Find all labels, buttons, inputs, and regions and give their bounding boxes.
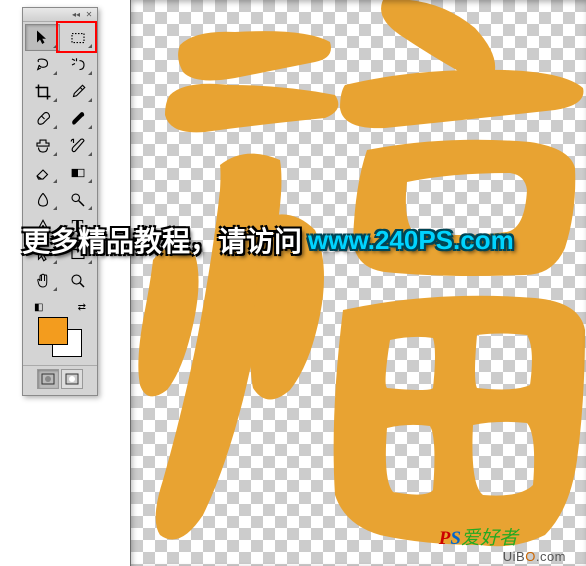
brush-tool[interactable] — [60, 105, 95, 132]
gradient-tool[interactable] — [60, 159, 95, 186]
promo-cn-text: 更多精品教程，请访问 — [22, 220, 302, 260]
promo-url-text: www.240PS.com — [308, 225, 514, 256]
panel-header: ◂◂ ✕ — [23, 8, 97, 22]
swap-colors-icon[interactable]: ⇄ — [78, 302, 86, 313]
blur-tool[interactable] — [25, 186, 60, 213]
watermark-p: P — [439, 528, 451, 549]
edit-mode-section — [23, 365, 97, 395]
collapse-icon[interactable]: ◂◂ — [71, 11, 81, 19]
eyedropper-tool[interactable] — [60, 78, 95, 105]
hand-tool[interactable] — [25, 267, 60, 294]
tools-panel: ◂◂ ✕ T ◧ ⇄ — [22, 7, 98, 396]
watermark-s: S — [450, 528, 461, 549]
dodge-tool[interactable] — [60, 186, 95, 213]
move-tool[interactable] — [25, 24, 60, 51]
watermark-o: O — [525, 549, 536, 564]
default-colors-icon[interactable]: ◧ — [34, 302, 43, 313]
color-section: ◧ ⇄ — [23, 296, 97, 363]
quick-mask-mode-button[interactable] — [61, 369, 83, 389]
overlay-promo-text: 更多精品教程，请访问 www.240PS.com — [22, 220, 514, 260]
zoom-tool[interactable] — [60, 267, 95, 294]
lasso-tool[interactable] — [25, 51, 60, 78]
history-brush-tool[interactable] — [60, 132, 95, 159]
clone-stamp-tool[interactable] — [25, 132, 60, 159]
spot-healing-brush-tool[interactable] — [25, 105, 60, 132]
crop-tool[interactable] — [25, 78, 60, 105]
eraser-tool[interactable] — [25, 159, 60, 186]
watermark-bottom: UiBO.com — [503, 549, 566, 564]
rectangular-marquee-tool[interactable] — [60, 24, 95, 51]
color-swatches — [36, 317, 84, 357]
close-icon[interactable]: ✕ — [84, 11, 94, 19]
watermark-uib: UiB — [503, 549, 525, 564]
standard-mode-button[interactable] — [37, 369, 59, 389]
watermark-ps: PS爱好者 — [439, 523, 518, 550]
quick-selection-tool[interactable] — [60, 51, 95, 78]
watermark-ps-text: 爱好者 — [461, 528, 518, 549]
watermark-com: .com — [536, 549, 566, 564]
foreground-color-swatch[interactable] — [38, 317, 68, 345]
canvas-transparent-bg[interactable] — [130, 0, 586, 566]
